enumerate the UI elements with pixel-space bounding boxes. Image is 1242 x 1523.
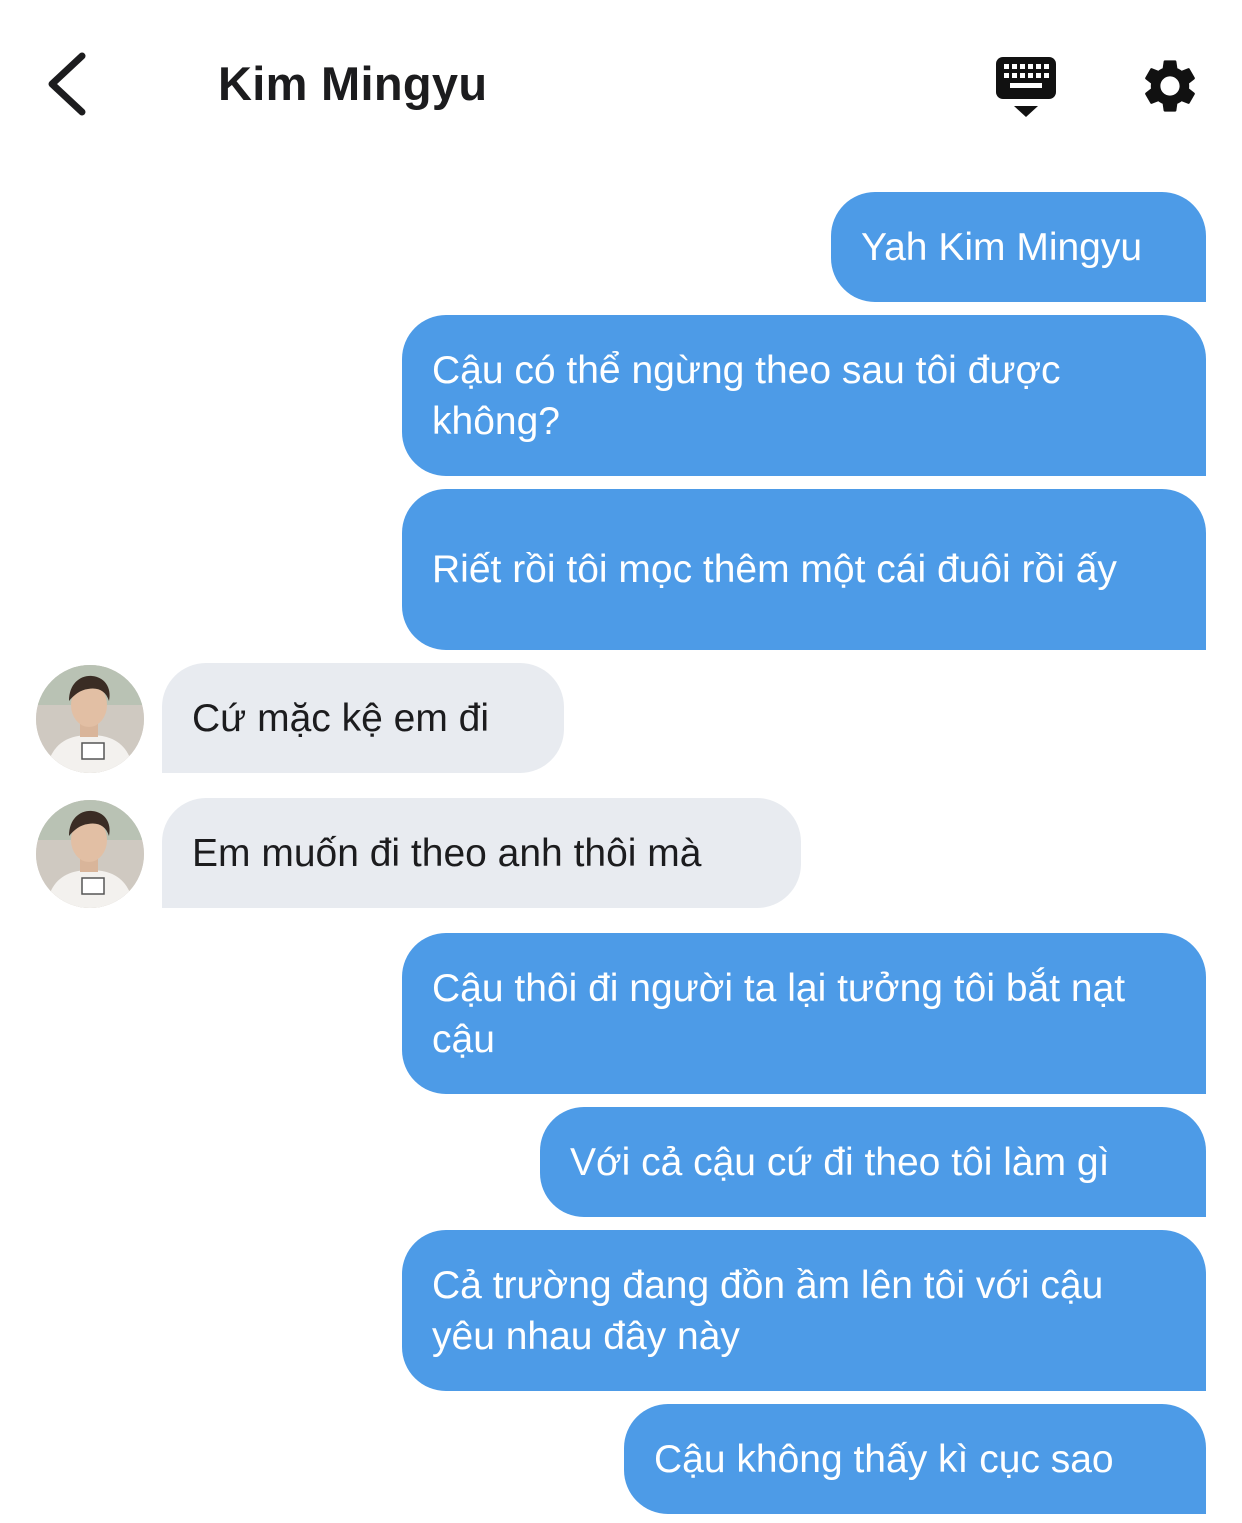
outgoing-message[interactable]: Cậu thôi đi người ta lại tưởng tôi bắt n… [402,933,1206,1094]
chevron-left-icon [48,52,86,116]
message-text: Cậu có thể ngừng theo sau tôi được không… [432,348,1061,443]
contact-photo [36,800,144,908]
gear-icon [1145,60,1195,112]
outgoing-message[interactable]: Cậu có thể ngừng theo sau tôi được không… [402,315,1206,476]
avatar[interactable] [36,800,144,908]
message-text: Riết rồi tôi mọc thêm một cái đuôi rồi ấ… [432,548,1117,591]
incoming-message[interactable]: Cứ mặc kệ em đi [162,663,564,773]
outgoing-message[interactable]: Yah Kim Mingyu [831,192,1206,302]
message-text: Cậu thôi đi người ta lại tưởng tôi bắt n… [432,966,1126,1061]
outgoing-message[interactable]: Cậu không thấy kì cục sao [624,1404,1206,1514]
keyboard-button[interactable] [992,54,1060,120]
settings-button[interactable] [1138,54,1202,118]
message-text: Cậu không thấy kì cục sao [654,1437,1114,1481]
contact-name: Kim Mingyu [218,57,488,110]
incoming-message[interactable]: Em muốn đi theo anh thôi mà [162,798,801,908]
contact-photo [36,665,144,773]
avatar[interactable] [36,665,144,773]
message-text: Cả trường đang đồn ầm lên tôi với cậu yê… [432,1263,1104,1358]
outgoing-message[interactable]: Riết rồi tôi mọc thêm một cái đuôi rồi ấ… [402,489,1206,650]
message-text: Yah Kim Mingyu [861,225,1143,269]
outgoing-message[interactable]: Với cả cậu cứ đi theo tôi làm gì [540,1107,1206,1217]
message-text: Em muốn đi theo anh thôi mà [192,831,702,875]
keyboard-icon [996,57,1056,117]
chat-header: Kim Mingyu [0,0,1242,170]
back-button[interactable] [38,48,98,120]
outgoing-message[interactable]: Cả trường đang đồn ầm lên tôi với cậu yê… [402,1230,1206,1391]
message-text: Cứ mặc kệ em đi [192,696,490,740]
message-text: Với cả cậu cứ đi theo tôi làm gì [570,1140,1110,1184]
